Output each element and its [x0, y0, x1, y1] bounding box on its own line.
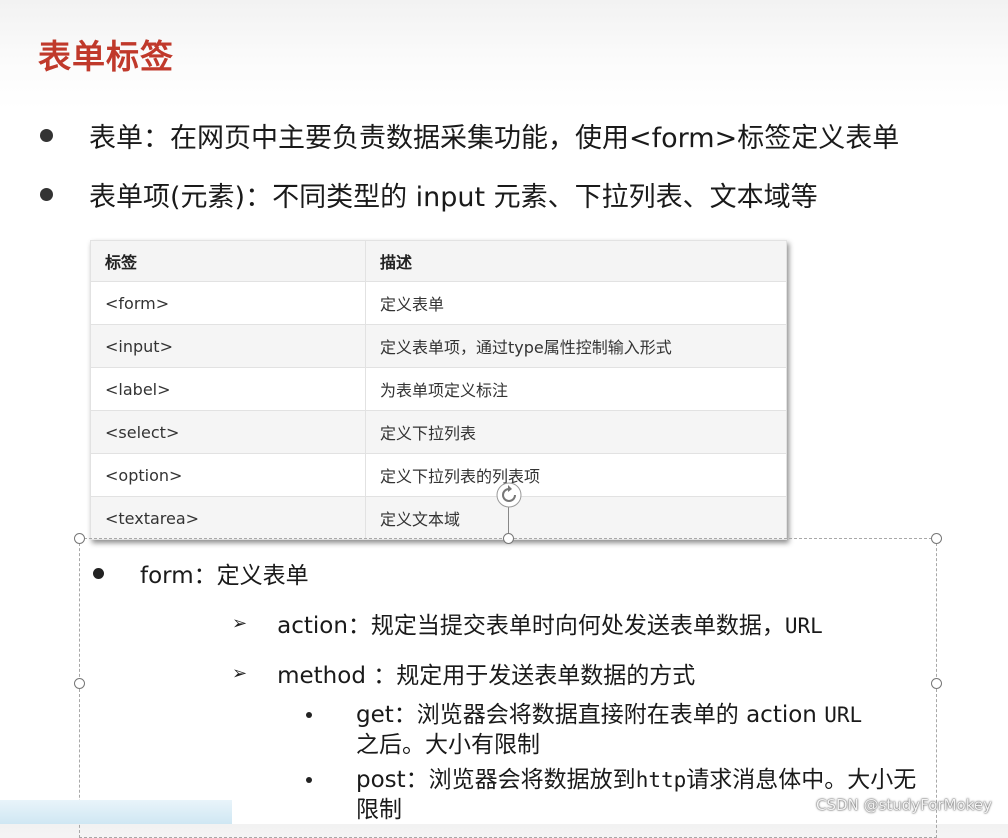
cell-desc: 定义表单项，通过type属性控制输入形式: [365, 324, 787, 368]
get-url: URL: [824, 703, 863, 727]
action-item: ➢ action：规定当提交表单时向何处发送表单数据，URL: [232, 606, 823, 640]
cell-desc: 定义文本域: [365, 496, 787, 540]
cell-tag: <option>: [90, 453, 366, 497]
bullet-dot: [40, 188, 53, 201]
get-item: get：浏览器会将数据直接附在表单的 action URL 之后。大小有限制: [306, 700, 926, 760]
bullet-form-desc: 表单：在网页中主要负责数据采集功能，使用<form>标签定义表单: [40, 116, 899, 155]
post-text: post：浏览器会将数据放到http请求消息体中。大小无限制: [356, 765, 926, 825]
table-row: <form> 定义表单: [90, 281, 787, 325]
table-row: <input> 定义表单项，通过type属性控制输入形式: [90, 324, 787, 368]
get-line1: get：浏览器会将数据直接附在表单的 action: [356, 702, 825, 728]
watermark: CSDN @studyForMokey: [816, 796, 992, 814]
table-header-row: 标签 描述: [90, 240, 787, 282]
get-line2: 之后。大小有限制: [356, 732, 540, 758]
table-row: <select> 定义下拉列表: [90, 410, 787, 454]
post-part-a: post：浏览器会将数据放到: [356, 767, 636, 793]
col-header-tag: 标签: [90, 240, 366, 282]
post-http: http: [635, 768, 687, 792]
action-text: action：规定当提交表单时向何处发送表单数据，URL: [277, 606, 823, 640]
cell-tag: <label>: [90, 367, 366, 411]
table-row: <option> 定义下拉列表的列表项: [90, 453, 787, 497]
cell-tag: <input>: [90, 324, 366, 368]
method-text: method ：规定用于发送表单数据的方式: [277, 663, 696, 689]
slide-title: 表单标签: [38, 37, 174, 76]
bullet-form-items: 表单项(元素)：不同类型的 input 元素、下拉列表、文本域等: [40, 175, 818, 214]
col-header-desc: 描述: [365, 240, 787, 282]
resize-handle-top-center[interactable]: [503, 533, 514, 544]
resize-handle-top-left[interactable]: [74, 533, 85, 544]
method-item: ➢ method ：规定用于发送表单数据的方式: [232, 656, 695, 690]
tag-table-grid: 标签 描述 <form> 定义表单 <input> 定义表单项，通过type属性…: [90, 240, 787, 540]
bullet-text: 表单：在网页中主要负责数据采集功能，使用<form>标签定义表单: [89, 123, 900, 154]
cell-desc: 定义下拉列表: [365, 410, 787, 454]
bullet-dot: [93, 567, 104, 579]
cell-desc: 为表单项定义标注: [365, 367, 787, 411]
action-label: action：规定当提交表单时向何处发送表单数据，: [277, 613, 785, 639]
rotate-handle-icon[interactable]: [496, 482, 522, 508]
small-bullet-dot: [306, 777, 312, 783]
small-bullet-dot: [306, 712, 312, 718]
tag-table[interactable]: 标签 描述 <form> 定义表单 <input> 定义表单项，通过type属性…: [90, 240, 787, 540]
arrow-bullet-icon: ➢: [232, 612, 248, 634]
cell-tag: <textarea>: [90, 496, 366, 540]
cell-desc: 定义下拉列表的列表项: [365, 453, 787, 497]
post-item: post：浏览器会将数据放到http请求消息体中。大小无限制: [306, 765, 926, 825]
resize-handle-middle-left[interactable]: [74, 678, 85, 689]
cell-tag: <select>: [90, 410, 366, 454]
cell-desc: 定义表单: [365, 281, 787, 325]
cell-tag: <form>: [90, 281, 366, 325]
table-row: <label> 为表单项定义标注: [90, 367, 787, 411]
bottom-left-bar: [0, 800, 232, 824]
form-heading-text: form：定义表单: [140, 563, 309, 589]
action-url: URL: [784, 614, 823, 638]
form-heading: form：定义表单: [93, 556, 309, 590]
resize-handle-top-right[interactable]: [931, 533, 942, 544]
bullet-dot: [40, 129, 53, 142]
arrow-bullet-icon: ➢: [232, 662, 248, 684]
table-row: <textarea> 定义文本域: [90, 496, 787, 540]
get-text: get：浏览器会将数据直接附在表单的 action URL 之后。大小有限制: [356, 700, 926, 760]
resize-handle-middle-right[interactable]: [931, 678, 942, 689]
bullet-text: 表单项(元素)：不同类型的 input 元素、下拉列表、文本域等: [89, 182, 818, 213]
